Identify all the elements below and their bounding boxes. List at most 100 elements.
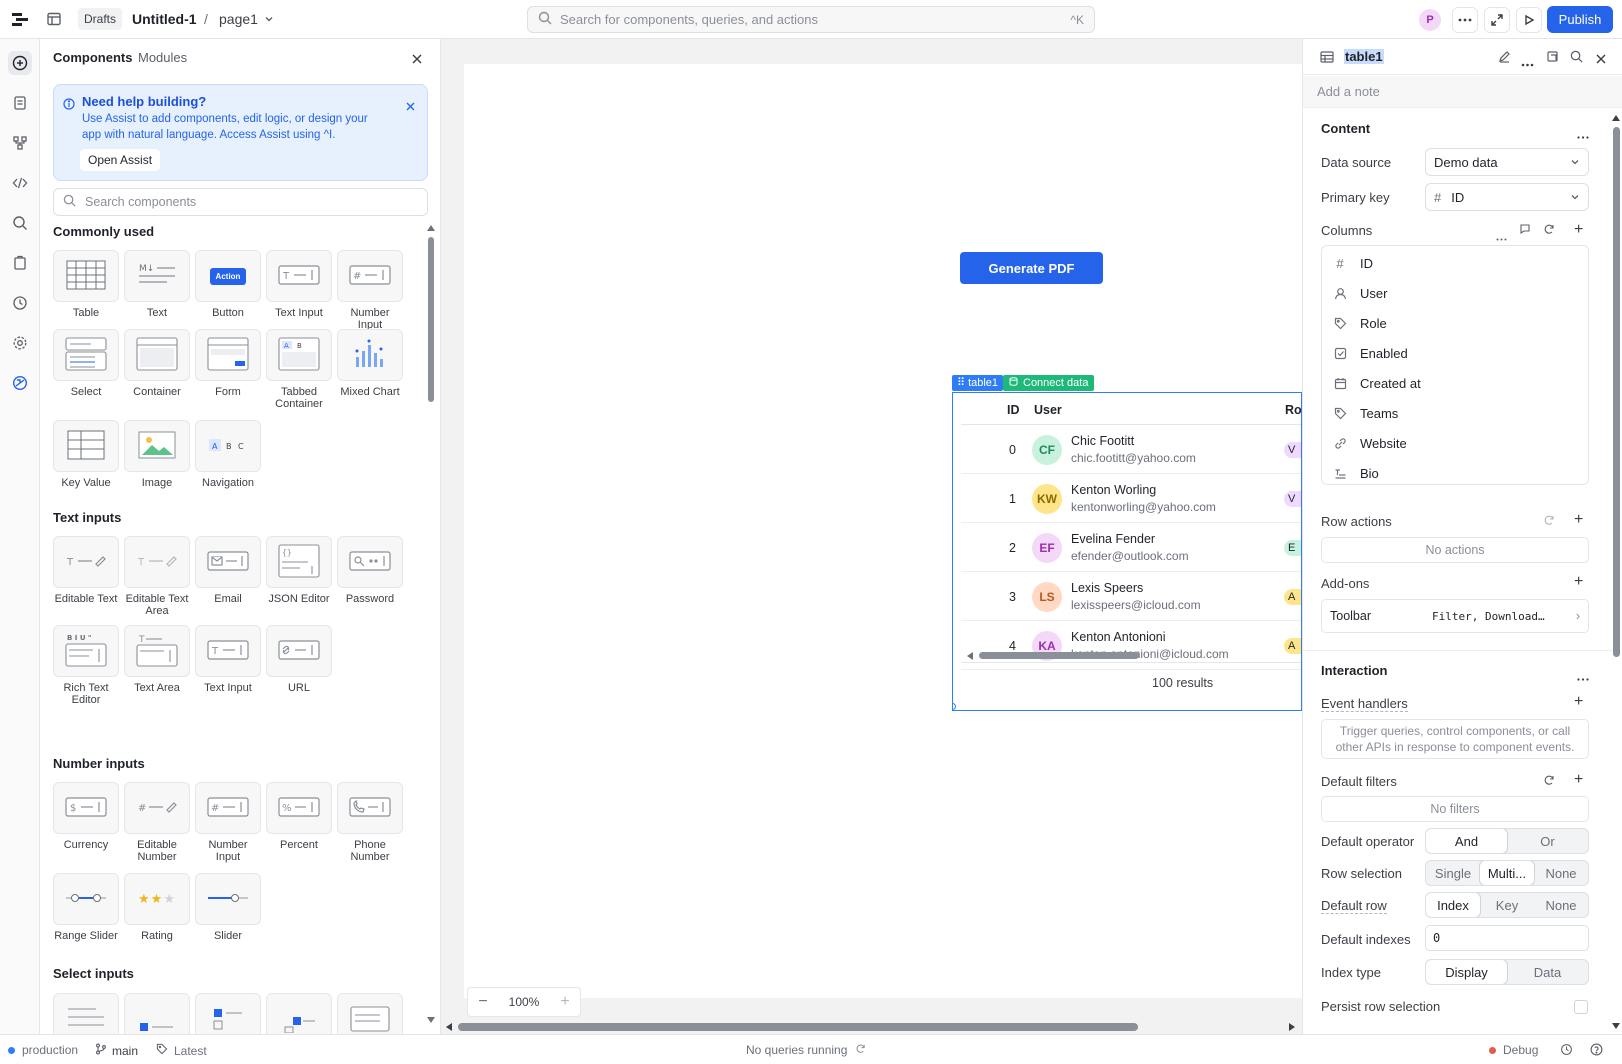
tile-table[interactable]: Table (53, 250, 119, 319)
environment-indicator[interactable]: production (8, 1043, 78, 1057)
debug-button[interactable]: Debug (1489, 1043, 1538, 1057)
app-name[interactable]: Untitled-1 (132, 11, 197, 27)
header-user[interactable]: User (1034, 403, 1062, 417)
tile-json-editor[interactable]: {} JSON Editor (266, 536, 332, 605)
tile-form[interactable]: Form (195, 329, 261, 398)
branch-indicator[interactable]: main (95, 1043, 138, 1058)
preview-play-icon[interactable] (1516, 7, 1542, 33)
history-icon[interactable] (1560, 1043, 1573, 1059)
tile-select[interactable]: Select (53, 329, 119, 398)
default-row-option-index[interactable]: Index (1426, 893, 1480, 917)
pages-icon[interactable] (8, 91, 32, 115)
tile-phone-number[interactable]: Phone Number (337, 782, 403, 863)
open-assist-button[interactable]: Open Assist (80, 149, 161, 171)
tile-number-input-2[interactable]: # Number Input (195, 782, 261, 863)
zoom-out-icon[interactable]: − (468, 993, 498, 1011)
interaction-more-icon[interactable] (1577, 669, 1589, 684)
default-indexes-input[interactable]: 0 (1425, 925, 1589, 951)
tile-percent[interactable]: % Percent (266, 782, 332, 851)
tab-components[interactable]: Components (53, 50, 132, 65)
panel-scrollbar[interactable] (427, 225, 435, 1025)
column-item-enabled[interactable]: Enabled (1332, 338, 1408, 368)
code-icon[interactable] (8, 171, 32, 195)
persist-row-selection-checkbox[interactable] (1574, 1000, 1588, 1014)
search-icon[interactable] (1570, 50, 1583, 66)
theme-icon[interactable] (8, 371, 32, 395)
publish-button[interactable]: Publish (1547, 6, 1613, 33)
tile-select-input-4[interactable] (266, 993, 332, 1034)
settings-gear-icon[interactable] (8, 331, 32, 355)
tile-tabbed-container[interactable]: A B Tabbed Container (266, 329, 332, 410)
global-search[interactable]: Search for components, queries, and acti… (527, 6, 1095, 33)
column-item-id[interactable]: # ID (1332, 248, 1373, 278)
tile-navigation[interactable]: A B C Navigation (195, 420, 261, 489)
connect-data-tag[interactable]: Connect data (1003, 375, 1095, 391)
user-avatar[interactable]: P (1419, 9, 1441, 31)
table-tag[interactable]: ⠿ table1 (952, 375, 1004, 391)
column-item-user[interactable]: User (1332, 278, 1387, 308)
column-item-role[interactable]: Role (1332, 308, 1387, 338)
table-row[interactable]: 1 KW Kenton Worling kentonworling@yahoo.com… (961, 475, 1301, 523)
tile-select-input-5[interactable] (337, 993, 403, 1034)
header-id[interactable]: ID (1007, 403, 1020, 417)
tile-rich-text-editor[interactable]: B I U " Rich Text Editor (53, 625, 119, 706)
layout-icon[interactable] (41, 6, 67, 32)
generate-pdf-button[interactable]: Generate PDF (960, 252, 1103, 284)
tile-slider[interactable]: Slider (195, 873, 261, 942)
column-item-bio[interactable]: Bio (1332, 458, 1379, 488)
content-more-icon[interactable] (1577, 127, 1589, 142)
tab-modules[interactable]: Modules (138, 50, 187, 65)
history-icon[interactable] (8, 291, 32, 315)
table-row[interactable]: 3 LS Lexis Speers lexisspeers@icloud.com A (961, 573, 1301, 621)
row-selection-option-multi[interactable]: Multi... (1480, 861, 1534, 885)
query-status[interactable]: No queries running (746, 1043, 866, 1057)
add-row-action-icon[interactable]: + (1574, 511, 1583, 529)
row-actions-comment-icon[interactable] (1543, 514, 1555, 529)
tile-editable-text[interactable]: T Editable Text (53, 536, 119, 605)
tile-text[interactable]: M↓ Text (124, 250, 190, 319)
edit-pencil-icon[interactable] (1498, 50, 1511, 66)
tile-button[interactable]: Action Button (195, 250, 261, 319)
add-addon-icon[interactable]: + (1574, 573, 1583, 591)
tile-text-input-2[interactable]: T Text Input (195, 625, 261, 694)
help-icon[interactable] (1590, 1043, 1603, 1059)
tile-number-input[interactable]: # Number Input (337, 250, 403, 331)
page-selector[interactable]: page1 (219, 11, 274, 27)
tile-text-area[interactable]: T Text Area (124, 625, 190, 694)
more-icon[interactable] (1452, 7, 1478, 33)
canvas-horizontal-scrollbar[interactable] (441, 1022, 1302, 1032)
add-note-input[interactable]: Add a note (1303, 76, 1622, 108)
resize-handle[interactable] (953, 703, 956, 710)
scrollbar-thumb[interactable] (458, 1023, 1138, 1031)
toolbar-addon[interactable]: Toolbar Filter, Download… › (1321, 599, 1589, 633)
component-name-input[interactable]: table1 (1344, 49, 1384, 64)
scrollbar-thumb[interactable] (979, 652, 1139, 659)
column-item-created-at[interactable]: Created at (1332, 368, 1421, 398)
add-column-icon[interactable]: + (1574, 221, 1583, 239)
scrollbar-thumb[interactable] (428, 237, 434, 402)
tile-key-value[interactable]: Key Value (53, 420, 119, 489)
default-row-option-none[interactable]: None (1534, 893, 1588, 917)
tile-range-slider[interactable]: Range Slider (53, 873, 119, 942)
tile-editable-text-area[interactable]: T Editable Text Area (124, 536, 190, 617)
row-selection-option-none[interactable]: None (1534, 861, 1588, 885)
inspector-scrollbar[interactable] (1612, 113, 1621, 1033)
primary-key-select[interactable]: # ID (1425, 183, 1589, 211)
scrollbar-thumb[interactable] (1613, 127, 1620, 657)
state-icon[interactable] (8, 251, 32, 275)
tile-rating[interactable]: ★★★ Rating (124, 873, 190, 942)
help-close-icon[interactable] (406, 99, 415, 114)
tile-select-input-1[interactable] (53, 993, 119, 1034)
index-type-option-display[interactable]: Display (1426, 960, 1507, 984)
more-icon[interactable] (1521, 55, 1534, 70)
table-row[interactable]: 0 CF Chic Footitt chic.footitt@yahoo.com V (961, 426, 1301, 474)
close-icon[interactable] (412, 52, 422, 67)
tile-container[interactable]: Container (124, 329, 190, 398)
tile-url[interactable]: URL (266, 625, 332, 694)
add-filter-icon[interactable]: + (1574, 771, 1583, 789)
tile-email[interactable]: Email (195, 536, 261, 605)
operator-option-or[interactable]: Or (1507, 829, 1588, 853)
table-horizontal-scrollbar[interactable] (967, 651, 1301, 661)
search-components-input[interactable]: Search components (53, 188, 428, 216)
zoom-in-icon[interactable]: + (550, 993, 580, 1011)
